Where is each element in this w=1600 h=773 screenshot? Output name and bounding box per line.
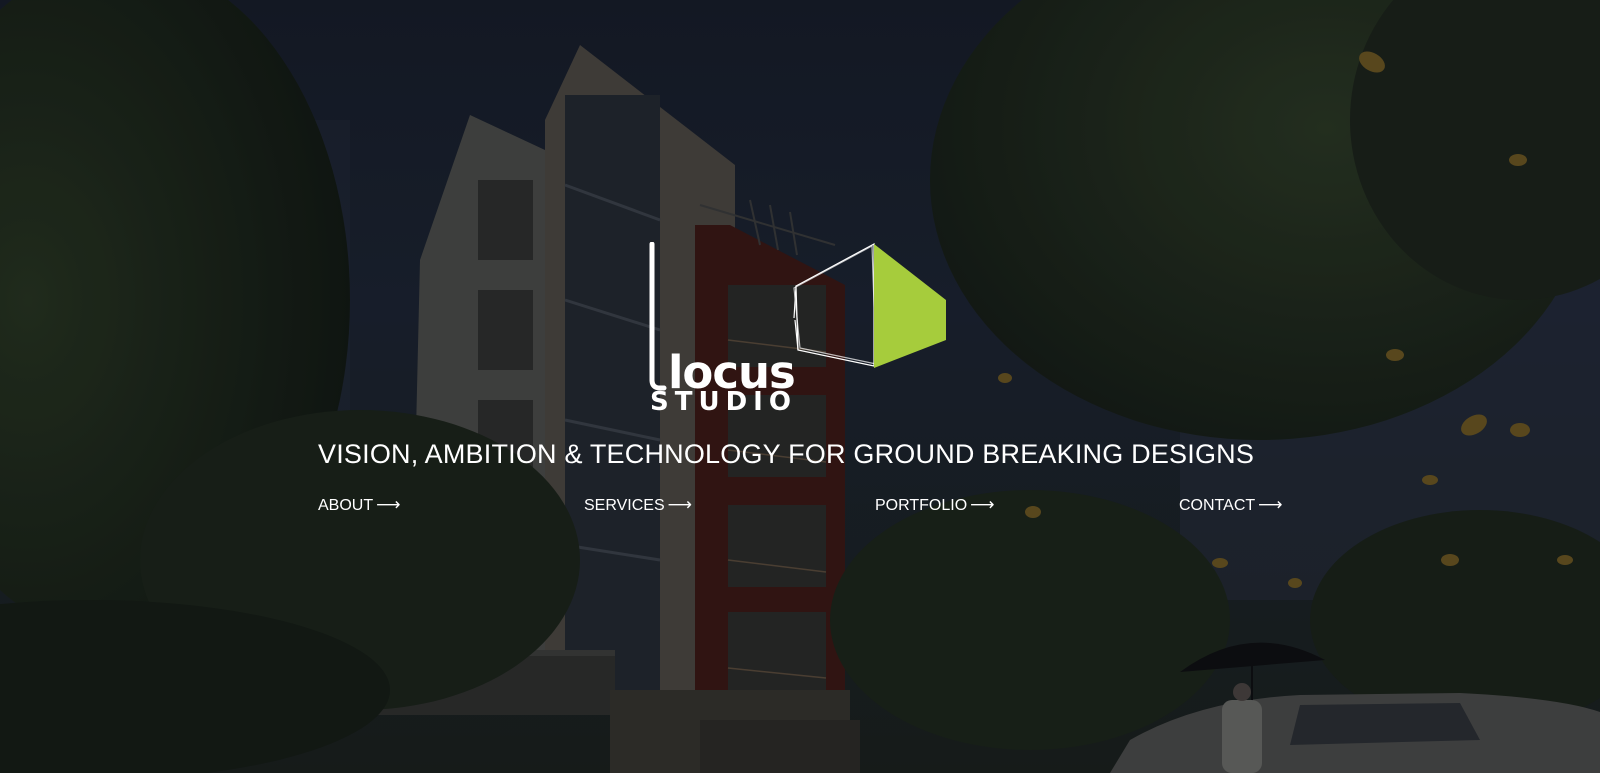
contact-link-label: CONTACT	[1179, 497, 1256, 514]
services-link[interactable]: SERVICES ⟶	[584, 494, 692, 517]
portfolio-link-label: PORTFOLIO	[875, 497, 968, 514]
locus-studio-logo[interactable]: locus STUDIO	[648, 242, 953, 417]
about-link-label: ABOUT	[318, 497, 374, 514]
hero-section: locus STUDIO VISION, AMBITION & TECHNOLO…	[0, 0, 1600, 773]
wireframe-cube-icon	[793, 242, 877, 367]
contact-link[interactable]: CONTACT ⟶	[1179, 494, 1283, 517]
arrow-right-icon: ⟶	[1258, 495, 1283, 514]
hero-tagline: VISION, AMBITION & TECHNOLOGY FOR GROUND…	[318, 439, 1255, 469]
portfolio-link[interactable]: PORTFOLIO ⟶	[875, 494, 995, 517]
arrow-right-icon: ⟶	[667, 495, 692, 514]
green-prism-shape	[874, 244, 946, 368]
hero-content: locus STUDIO VISION, AMBITION & TECHNOLO…	[0, 0, 1600, 773]
arrow-right-icon: ⟶	[376, 495, 401, 514]
arrow-right-icon: ⟶	[970, 495, 995, 514]
about-link[interactable]: ABOUT ⟶	[318, 494, 401, 517]
logo-l-stroke	[649, 242, 667, 391]
logo-subword: STUDIO	[650, 387, 797, 417]
services-link-label: SERVICES	[584, 497, 665, 514]
